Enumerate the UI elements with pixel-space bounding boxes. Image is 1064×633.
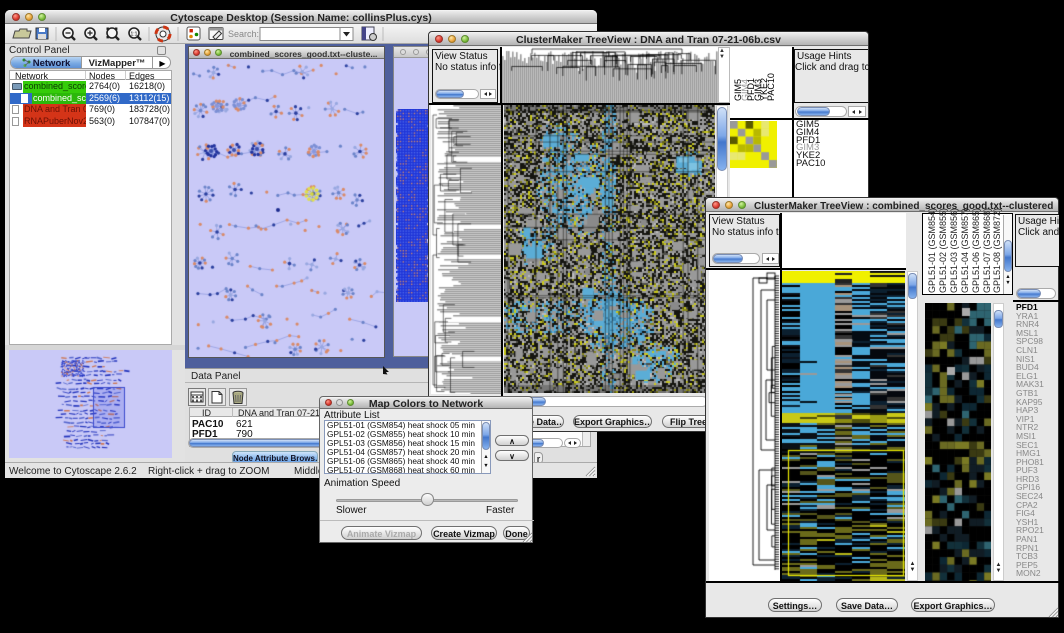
svg-text:Search:: Search: [228, 29, 259, 39]
svg-text:1:1: 1:1 [131, 32, 138, 38]
